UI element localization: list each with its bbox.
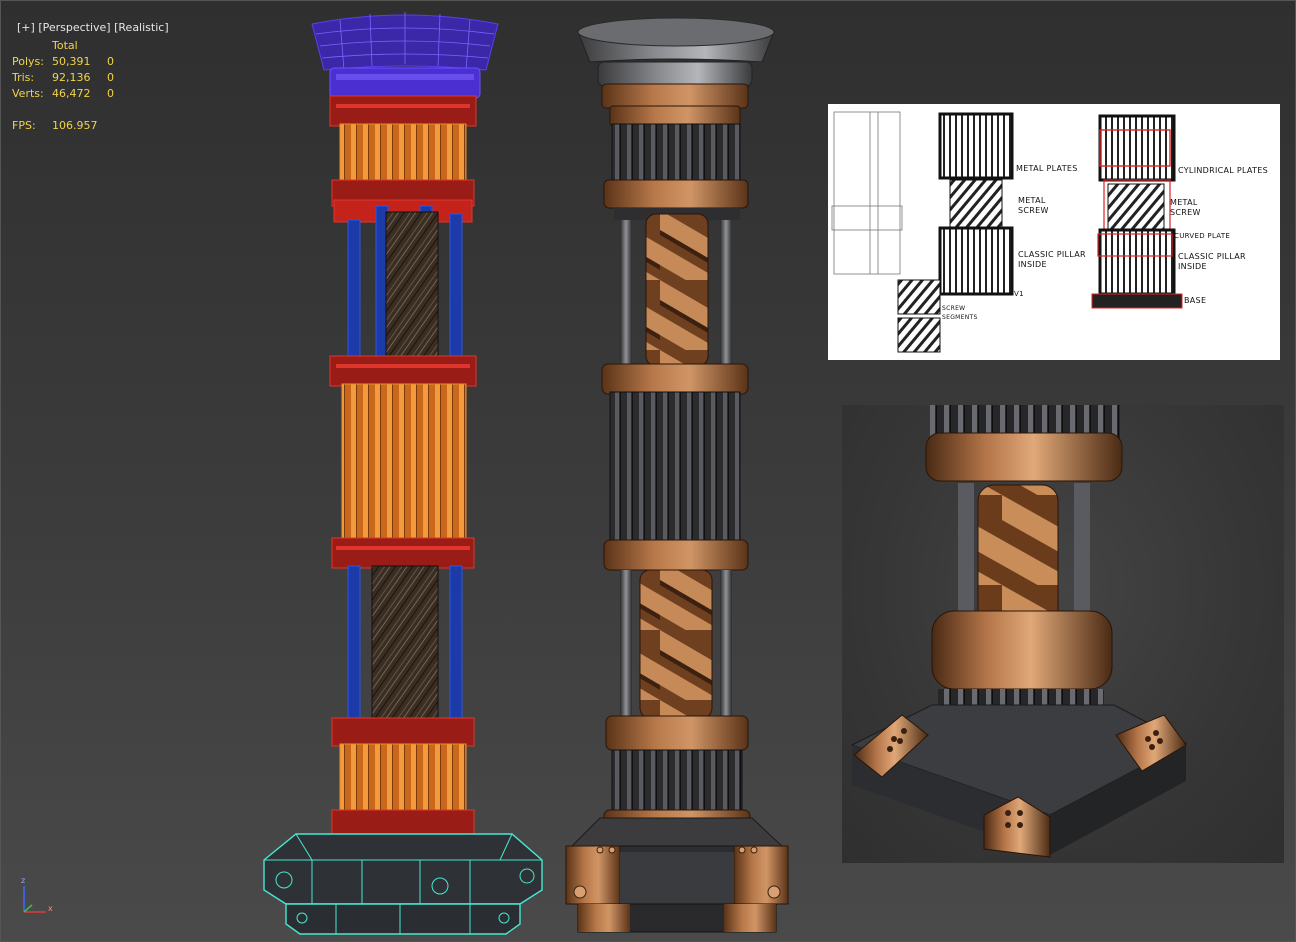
ref-note-base: BASE <box>1184 296 1207 305</box>
axis-gizmo <box>23 886 46 913</box>
closeup-render-panel <box>842 405 1284 863</box>
perspective-viewport[interactable]: [+] [Perspective] [Realistic] Total Poly… <box>0 0 1296 942</box>
ref-note-classic-pillar: CLASSIC PILLAR INSIDE <box>1018 250 1086 269</box>
ref-note-screw-segments: SCREW SEGMENTS <box>942 305 978 321</box>
ref-note-curved-plate: CURVED PLATE <box>1174 232 1231 240</box>
ref-note-metal-plates: METAL PLATES <box>1016 164 1078 173</box>
ref-note-metal-screw: METAL SCREW <box>1018 196 1049 215</box>
shaded-column[interactable] <box>565 17 789 933</box>
ref-note-classic-pillar-2: CLASSIC PILLAR INSIDE <box>1178 252 1246 271</box>
ref-note-cylindrical-plates: CYLINDRICAL PLATES <box>1178 166 1269 175</box>
reference-concept-sheet: METAL PLATES METAL SCREW CLASSIC PILLAR … <box>828 104 1280 360</box>
ref-note-metal-screw-2: METAL SCREW <box>1170 198 1201 217</box>
ref-note-v1: V1 <box>1014 290 1024 298</box>
axis-x-label: x <box>48 904 53 913</box>
wireframe-column[interactable] <box>263 12 543 935</box>
axis-z-label: z <box>21 876 26 885</box>
